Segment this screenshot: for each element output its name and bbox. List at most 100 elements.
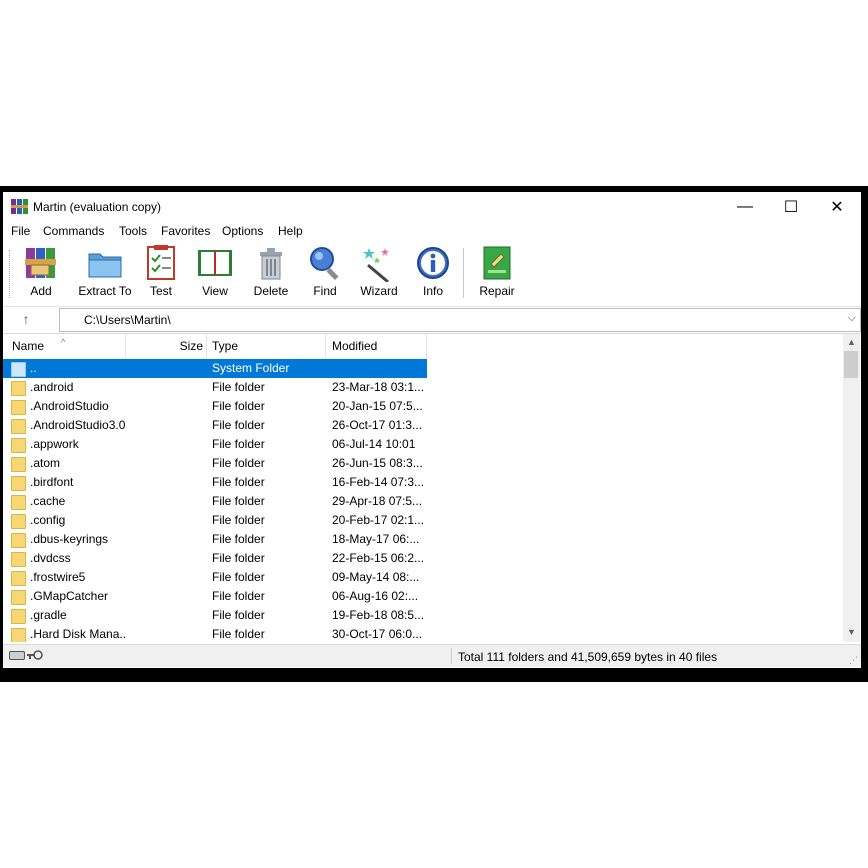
row-type: System Folder [212, 361, 290, 375]
path-field[interactable]: C:\Users\Martin\ ⌵ [59, 308, 861, 332]
extract-to-button[interactable]: Extract To [73, 244, 137, 302]
folder-icon [11, 400, 26, 415]
status-summary: Total 111 folders and 41,509,659 bytes i… [458, 650, 718, 664]
table-row[interactable]: .. System Folder [3, 359, 427, 378]
resize-grip-icon[interactable]: ⋰ [849, 655, 859, 665]
add-button[interactable]: Add [21, 244, 61, 302]
table-row[interactable]: .dbus-keyrings File folder 18-May-17 06:..… [3, 530, 427, 549]
row-name: .dbus-keyrings [30, 532, 109, 546]
row-modified: 16-Feb-14 07:3... [332, 475, 425, 489]
drive-icon[interactable] [9, 651, 25, 660]
folder-icon [11, 495, 26, 510]
row-modified: 30-Oct-17 06:0... [332, 627, 423, 641]
folder-icon [11, 609, 26, 624]
column-header-modified[interactable]: Modified [326, 334, 427, 358]
row-modified: 22-Feb-15 06:2... [332, 551, 425, 565]
row-modified: 26-Oct-17 01:3... [332, 418, 423, 432]
close-button[interactable]: ✕ [814, 192, 860, 222]
row-name: .config [30, 513, 66, 527]
row-modified: 29-Apr-18 07:5... [332, 494, 423, 508]
find-button[interactable]: Find [305, 244, 345, 302]
table-row[interactable]: .AndroidStudio3.0 File folder 26-Oct-17 01… [3, 416, 427, 435]
folder-icon [11, 381, 26, 396]
winrar-window: Martin (evaluation copy) — ☐ ✕ File Comm… [3, 192, 861, 668]
table-row[interactable]: .Hard Disk Mana... File folder 30-Oct-17 0… [3, 625, 427, 642]
menu-help[interactable]: Help [278, 224, 303, 238]
menu-tools[interactable]: Tools [119, 224, 147, 238]
info-button[interactable]: Info [415, 244, 451, 302]
folder-icon [11, 438, 26, 453]
folder-extract-icon [88, 253, 122, 278]
row-name: .frostwire5 [30, 570, 86, 584]
address-bar: ↑ C:\Users\Martin\ ⌵ [3, 307, 861, 334]
minimize-button[interactable]: — [722, 192, 768, 222]
maximize-button[interactable]: ☐ [768, 192, 814, 222]
row-type: File folder [212, 380, 265, 394]
row-name: .cache [30, 494, 66, 508]
table-row[interactable]: .appwork File folder 06-Jul-14 10:01 [3, 435, 427, 454]
row-modified: 18-May-17 06:... [332, 532, 420, 546]
row-type: File folder [212, 475, 265, 489]
scroll-up-icon[interactable]: ▲ [843, 334, 860, 350]
row-modified: 06-Jul-14 10:01 [332, 437, 416, 451]
wizard-button[interactable]: Wizard [357, 244, 401, 302]
magic-wand-icon [363, 248, 389, 282]
archive-books-icon [25, 248, 56, 278]
repair-kit-icon [483, 246, 511, 280]
table-row[interactable]: .android File folder 23-Mar-18 03:1... [3, 378, 427, 397]
table-row[interactable]: .atom File folder 26-Jun-15 08:3... [3, 454, 427, 473]
toolbar-grip[interactable] [9, 250, 12, 298]
up-folder-button[interactable]: ↑ [13, 311, 39, 329]
table-row[interactable]: .cache File folder 29-Apr-18 07:5... [3, 492, 427, 511]
table-row[interactable]: .gradle File folder 19-Feb-18 08:5... [3, 606, 427, 625]
row-name: .android [30, 380, 74, 394]
column-header-type[interactable]: Type [207, 334, 326, 358]
folder-icon [11, 571, 26, 586]
menu-commands[interactable]: Commands [43, 224, 104, 238]
row-modified: 06-Aug-16 02:... [332, 589, 419, 603]
menu-file[interactable]: File [11, 224, 30, 238]
row-name: .gradle [30, 608, 67, 622]
test-button[interactable]: Test [143, 244, 179, 302]
table-row[interactable]: .GMapCatcher File folder 06-Aug-16 02:... [3, 587, 427, 606]
table-row[interactable]: .birdfont File folder 16-Feb-14 07:3... [3, 473, 427, 492]
repair-button[interactable]: Repair [477, 244, 517, 302]
row-name: .AndroidStudio [30, 399, 109, 413]
table-row[interactable]: .config File folder 20-Feb-17 02:1... [3, 511, 427, 530]
view-button[interactable]: View [193, 244, 237, 302]
column-header-size[interactable]: Size [126, 334, 207, 358]
menu-options[interactable]: Options [222, 224, 263, 238]
folder-icon [11, 628, 26, 642]
vertical-scrollbar[interactable]: ▲ ▼ [843, 334, 860, 642]
table-row[interactable]: .AndroidStudio File folder 20-Jan-15 07:5.… [3, 397, 427, 416]
key-icon[interactable] [27, 650, 43, 660]
title-bar[interactable]: Martin (evaluation copy) — ☐ ✕ [3, 192, 861, 222]
folder-icon [11, 552, 26, 567]
table-row[interactable]: .frostwire5 File folder 09-May-14 08:... [3, 568, 427, 587]
scroll-down-icon[interactable]: ▼ [843, 624, 860, 640]
scroll-thumb[interactable] [844, 351, 858, 378]
row-name: .birdfont [30, 475, 74, 489]
table-row[interactable]: .dvdcss File folder 22-Feb-15 06:2... [3, 549, 427, 568]
row-name: .atom [30, 456, 61, 470]
column-header-name[interactable]: Name ^ [3, 334, 126, 358]
row-modified: 20-Jan-15 07:5... [332, 399, 423, 413]
folder-icon [11, 514, 26, 529]
delete-button[interactable]: Delete [249, 244, 293, 302]
checklist-icon [147, 245, 175, 280]
folder-icon [11, 419, 26, 434]
row-type: File folder [212, 570, 265, 584]
row-type: File folder [212, 589, 265, 603]
menu-favorites[interactable]: Favorites [161, 224, 210, 238]
row-type: File folder [212, 437, 265, 451]
trash-can-icon [260, 248, 282, 280]
row-modified: 26-Jun-15 08:3... [332, 456, 423, 470]
open-book-icon [198, 250, 232, 276]
chevron-down-icon[interactable]: ⌵ [848, 312, 856, 325]
file-list: Name ^ Size Type Modified .. System Folde… [3, 334, 861, 642]
info-icon [417, 247, 449, 279]
row-type: File folder [212, 494, 265, 508]
row-modified: 23-Mar-18 03:1... [332, 380, 425, 394]
row-type: File folder [212, 418, 265, 432]
menu-bar: File Commands Tools Favorites Options He… [3, 222, 861, 242]
